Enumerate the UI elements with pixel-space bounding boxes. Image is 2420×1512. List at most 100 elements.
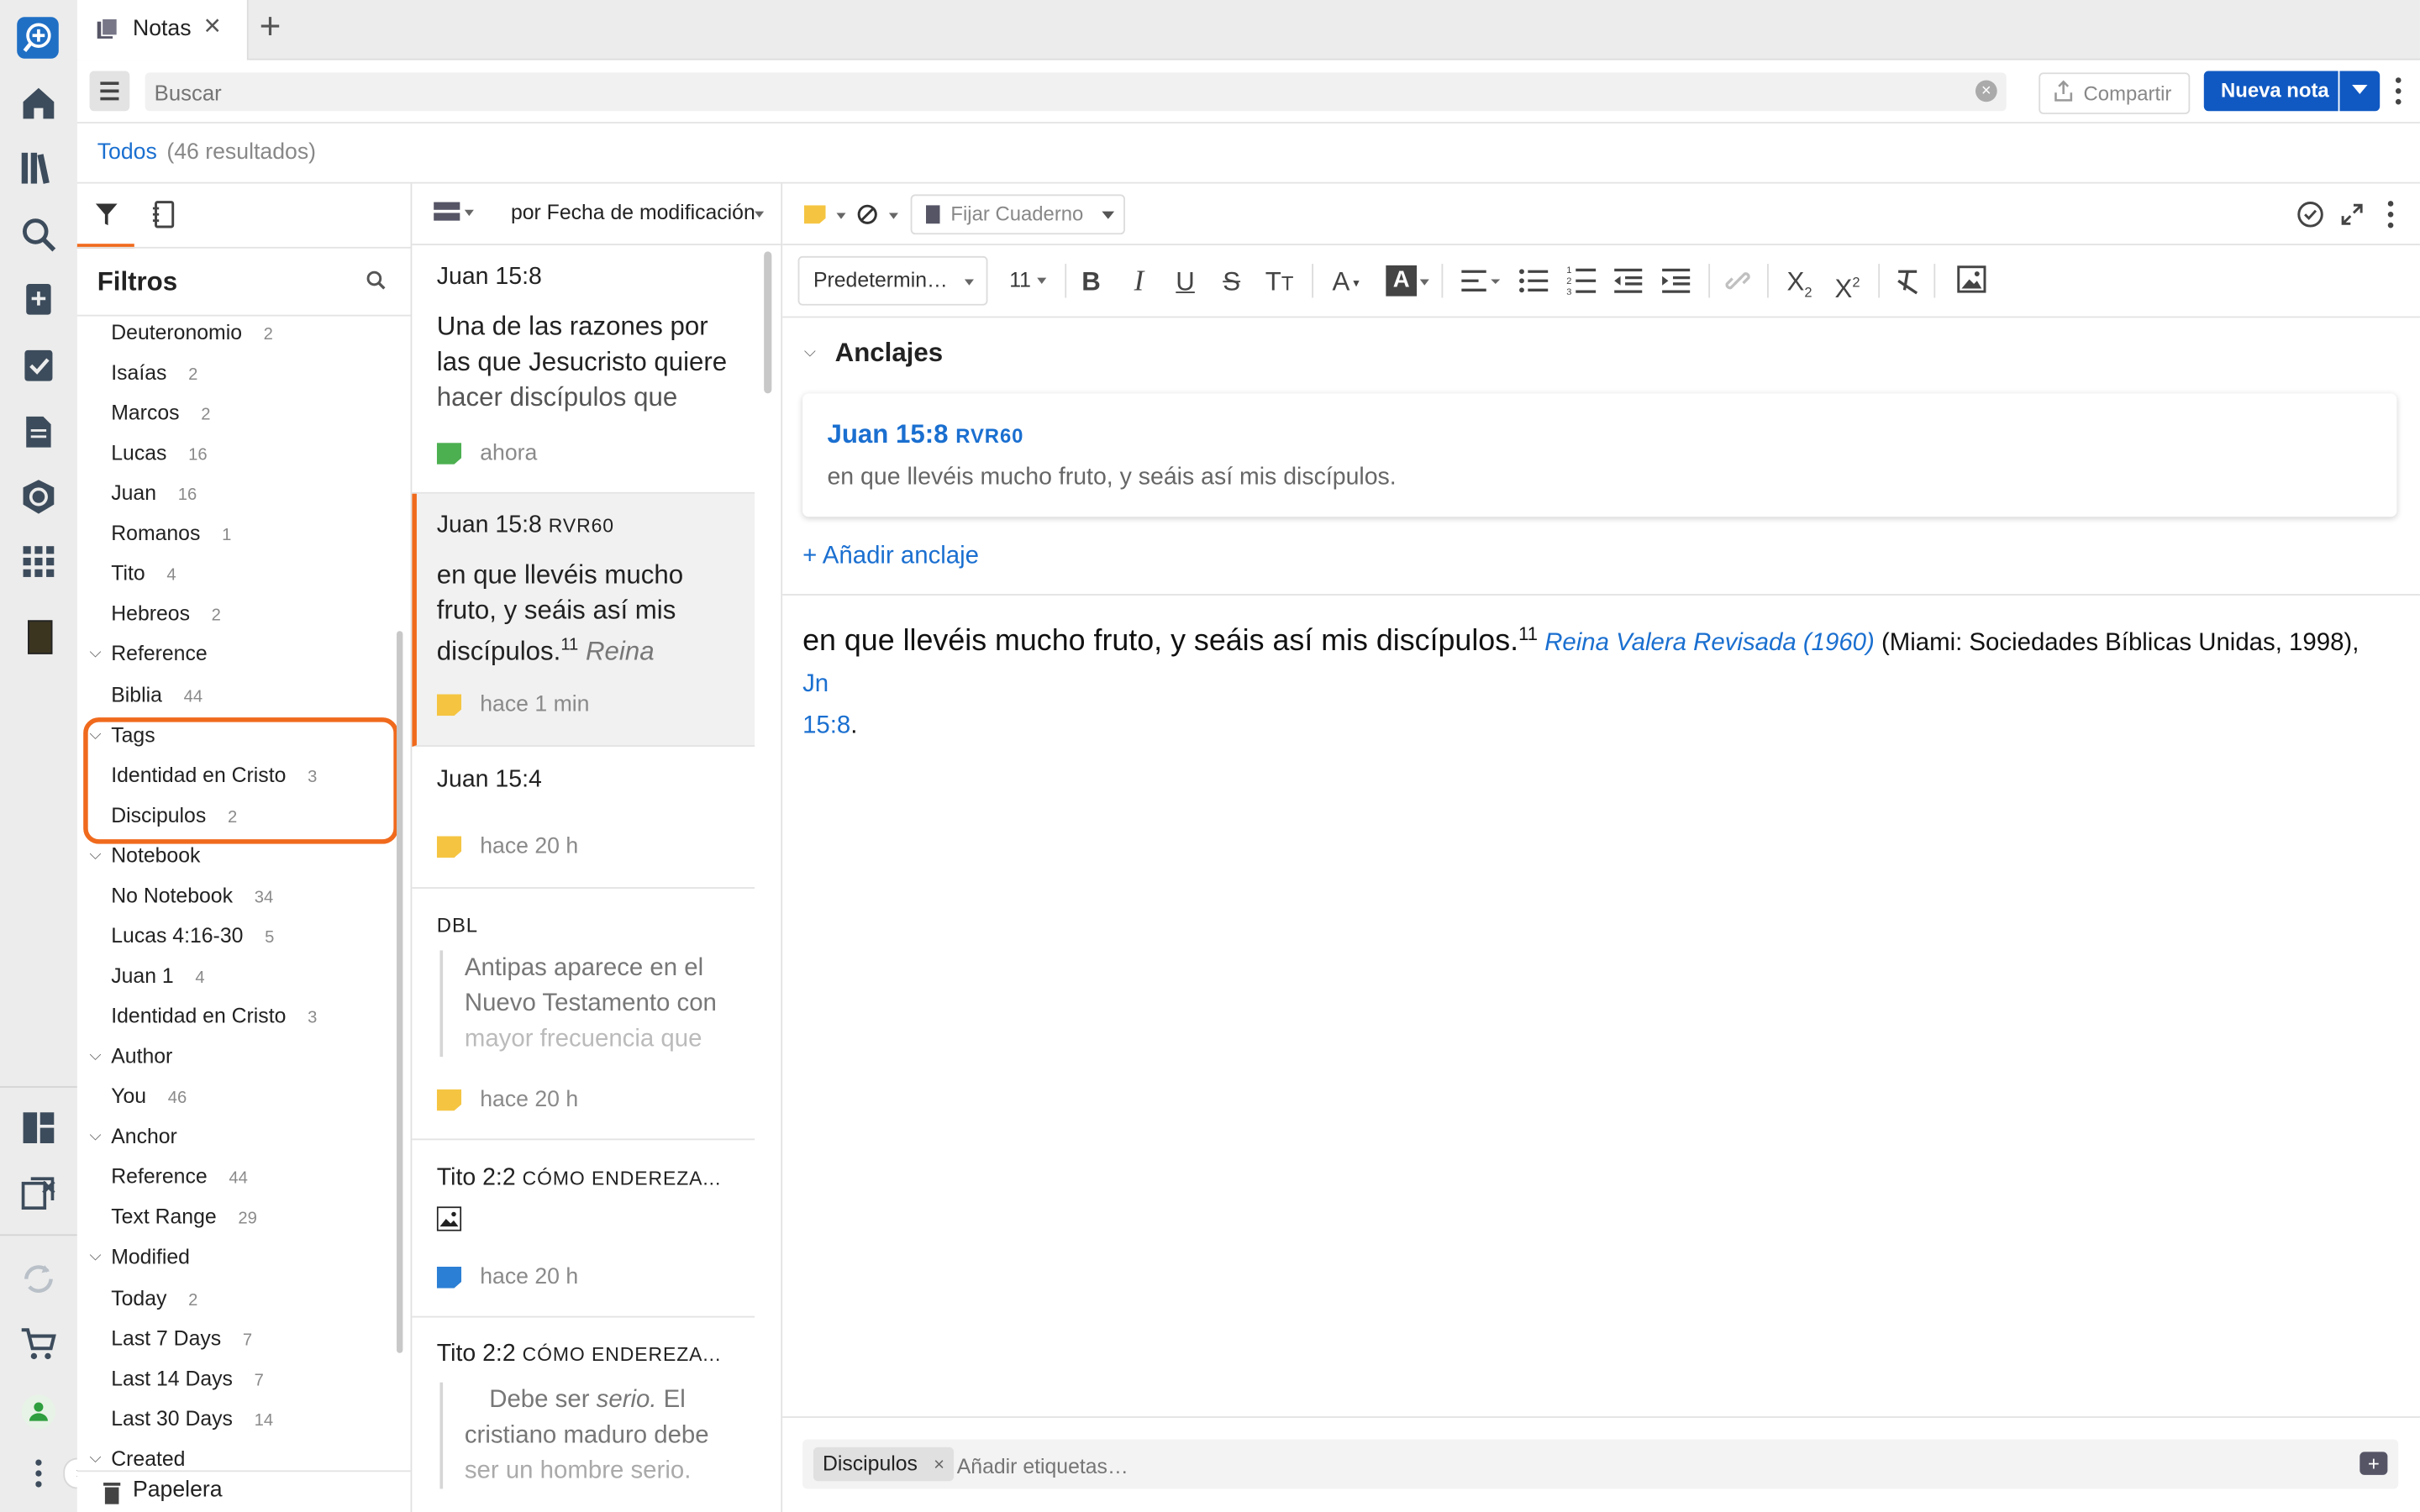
note-item[interactable]: DBL Antipas aparece en el Nuevo Testamen… [412, 889, 755, 1141]
search-box[interactable]: × [145, 72, 2007, 112]
filter-item[interactable]: Today 2 [77, 1280, 386, 1317]
note-content-ref-link-a[interactable]: Jn [802, 672, 829, 698]
filter-tab-active[interactable] [76, 184, 134, 249]
indent-icon[interactable] [1660, 268, 1691, 293]
filter-item[interactable]: Hebreos 2 [77, 596, 386, 633]
user-avatar-icon[interactable] [21, 1394, 56, 1429]
subscript-icon[interactable]: X2 [1780, 264, 1820, 301]
bold-icon[interactable]: B [1071, 264, 1112, 301]
note-content[interactable]: en que llevéis mucho fruto, y seáis así … [802, 614, 2385, 748]
anchor-reference[interactable]: Juan 15:8 RVR60 [827, 420, 1023, 451]
link-icon[interactable] [1725, 269, 1750, 293]
new-note-dropdown-button[interactable] [2339, 71, 2381, 112]
clear-format-icon[interactable] [1894, 267, 1922, 295]
underline-icon[interactable]: U [1165, 264, 1206, 301]
font-color-icon[interactable]: A ▾ [1326, 264, 1366, 301]
clear-search-icon[interactable]: × [1975, 80, 1997, 102]
note-item-selected[interactable]: Juan 15:8 RVR60 en que llevéis mucho fru… [412, 493, 755, 747]
notebook-tab[interactable] [145, 184, 192, 245]
chevron-down-icon[interactable] [888, 213, 898, 219]
view-mode-button[interactable] [434, 201, 476, 225]
filter-item[interactable]: You 46 [77, 1079, 386, 1116]
home-icon[interactable] [18, 83, 59, 123]
insert-image-icon[interactable] [1957, 265, 1986, 293]
close-tab-icon[interactable]: × [203, 11, 220, 45]
tasks-icon[interactable] [18, 345, 59, 386]
filter-item[interactable]: Juan 1 4 [77, 958, 386, 995]
search-icon[interactable] [18, 214, 59, 255]
anchor-card[interactable]: Juan 15:8 RVR60 en que llevéis mucho fru… [802, 393, 2397, 517]
more-vertical-icon[interactable] [35, 1458, 42, 1489]
notes-icon[interactable] [18, 412, 59, 452]
note-item[interactable]: Tito 2:2 CÓMO ENDEREZA... Debe ser serio… [412, 1318, 755, 1512]
group-collapse-icon[interactable]: ⌵ [90, 1119, 102, 1156]
filter-item[interactable]: Identidad en Cristo 3 [77, 998, 386, 1035]
close-panels-icon[interactable] [18, 1173, 59, 1213]
expand-icon[interactable] [2339, 202, 2364, 227]
filter-item[interactable]: Last 7 Days 7 [77, 1320, 386, 1357]
numbered-list-icon[interactable]: 123 [1566, 265, 1597, 295]
filter-item[interactable]: Romanos 1 [77, 515, 386, 552]
note-item[interactable]: Juan 15:4 hace 20 h [412, 747, 755, 889]
logos-logo-icon[interactable] [17, 17, 59, 59]
note-item[interactable]: Tito 2:2 CÓMO ENDEREZA... hace 20 h [412, 1140, 755, 1318]
style-select[interactable]: Predetermin… [797, 255, 988, 306]
new-note-button[interactable]: Nueva nota [2203, 71, 2338, 112]
filter-all-link[interactable]: Todos [97, 140, 157, 165]
filter-group-header[interactable]: ⌵ Modified [77, 1239, 386, 1276]
editor-more-icon[interactable] [2387, 201, 2394, 228]
font-size-select[interactable]: 11 [1009, 269, 1031, 292]
filter-group-header[interactable]: ⌵ Created [77, 1441, 386, 1472]
chevron-down-icon[interactable] [836, 213, 846, 219]
no-style-icon[interactable] [856, 203, 878, 225]
apps-grid-icon[interactable] [18, 542, 59, 582]
note-item[interactable]: Juan 15:8 Una de las razones por las que… [412, 245, 755, 494]
strikethrough-icon[interactable]: S [1212, 264, 1252, 301]
new-tab-icon[interactable]: + [260, 6, 281, 49]
filter-search-icon[interactable] [366, 270, 386, 290]
group-collapse-icon[interactable]: ⌵ [90, 1239, 102, 1276]
outdent-icon[interactable] [1612, 268, 1644, 293]
align-icon[interactable] [1460, 269, 1501, 293]
group-collapse-icon[interactable]: ⌵ [90, 1038, 102, 1075]
italic-icon[interactable]: I [1119, 264, 1160, 301]
chevron-down-icon[interactable] [1037, 277, 1047, 284]
library-icon[interactable] [18, 148, 59, 188]
sort-chevron-icon[interactable] [755, 211, 765, 218]
filter-item[interactable]: No Notebook 34 [77, 878, 386, 915]
add-tag-icon[interactable]: + [2360, 1452, 2388, 1475]
text-case-icon[interactable]: TT [1260, 264, 1300, 301]
cart-icon[interactable] [18, 1324, 59, 1364]
layouts-icon[interactable] [18, 1108, 59, 1148]
toolbar-more-icon[interactable] [2395, 77, 2402, 105]
book-cover-icon[interactable] [28, 620, 53, 654]
filters-scrollbar[interactable] [397, 631, 403, 1353]
filter-item[interactable]: Deuteronomio 2 [77, 315, 386, 352]
filter-group-header[interactable]: ⌵ Anchor [77, 1119, 386, 1156]
group-collapse-icon[interactable]: ⌵ [90, 1441, 102, 1472]
add-anchor-link[interactable]: + Añadir anclaje [802, 543, 979, 571]
filter-item[interactable]: Text Range 29 [77, 1199, 386, 1236]
notes-scrollbar[interactable] [764, 251, 772, 394]
tag-chip[interactable]: Discipulos × [813, 1446, 955, 1482]
trash-row[interactable]: Papelera [76, 1470, 411, 1512]
highlight-color-icon[interactable]: A [1386, 265, 1418, 297]
filter-item[interactable]: Lucas 4:16-30 5 [77, 918, 386, 955]
check-circle-icon[interactable] [2296, 201, 2324, 228]
menu-toggle-button[interactable] [89, 71, 130, 112]
bullet-list-icon[interactable] [1518, 269, 1549, 293]
share-button[interactable]: Compartir [2039, 72, 2191, 114]
add-document-icon[interactable] [18, 279, 59, 319]
note-content-source-link[interactable]: Reina Valera Revisada (1960) [1544, 630, 1875, 656]
group-collapse-icon[interactable]: ⌵ [90, 636, 102, 673]
filter-item[interactable]: Isaías 2 [77, 354, 386, 391]
search-input[interactable] [150, 76, 1979, 108]
filter-item[interactable]: Last 30 Days 14 [77, 1401, 386, 1438]
chevron-down-icon[interactable] [1419, 279, 1429, 286]
filter-item[interactable]: Reference 44 [77, 1158, 386, 1195]
filter-item[interactable]: Tito 4 [77, 555, 386, 592]
superscript-icon[interactable]: X2 [1828, 264, 1868, 303]
note-color-picker-icon[interactable] [803, 205, 826, 224]
notebook-select[interactable]: Fijar Cuaderno [910, 194, 1125, 235]
sync-icon[interactable] [18, 1259, 59, 1299]
